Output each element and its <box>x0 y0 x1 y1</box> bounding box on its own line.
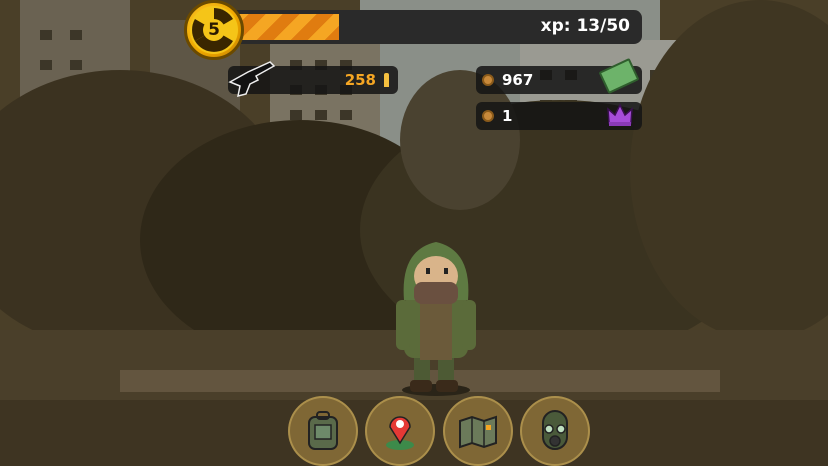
xp-bar: xp: 13/50 <box>232 10 642 44</box>
ammo-value: 258 <box>344 71 376 89</box>
background-forest <box>0 0 828 466</box>
bullet-icon <box>384 73 389 87</box>
inventory-button[interactable] <box>288 396 358 466</box>
coins-counter: 967 <box>476 57 642 95</box>
crowns-value: 1 <box>502 107 513 125</box>
xp-fill <box>232 14 339 40</box>
level-number: 5 <box>208 20 220 40</box>
character-button[interactable] <box>520 396 590 466</box>
map-button[interactable] <box>443 396 513 466</box>
crowns-counter: 1 <box>476 102 642 130</box>
coins-value: 967 <box>502 71 534 89</box>
game-scene <box>0 0 828 466</box>
coin-icon <box>482 74 494 86</box>
level-badge[interactable]: 5 <box>184 0 244 60</box>
gas-mask-icon <box>542 410 568 450</box>
ammo-counter: 258 <box>228 61 398 98</box>
xp-text: xp: 13/50 <box>540 16 630 36</box>
map-icon <box>459 415 497 449</box>
rifle-icon <box>228 61 276 98</box>
backpack-icon <box>308 411 338 450</box>
coin-icon <box>482 110 494 122</box>
map-pin-icon <box>386 416 414 450</box>
location-button[interactable] <box>365 396 435 466</box>
crown-icon[interactable] <box>606 103 634 127</box>
